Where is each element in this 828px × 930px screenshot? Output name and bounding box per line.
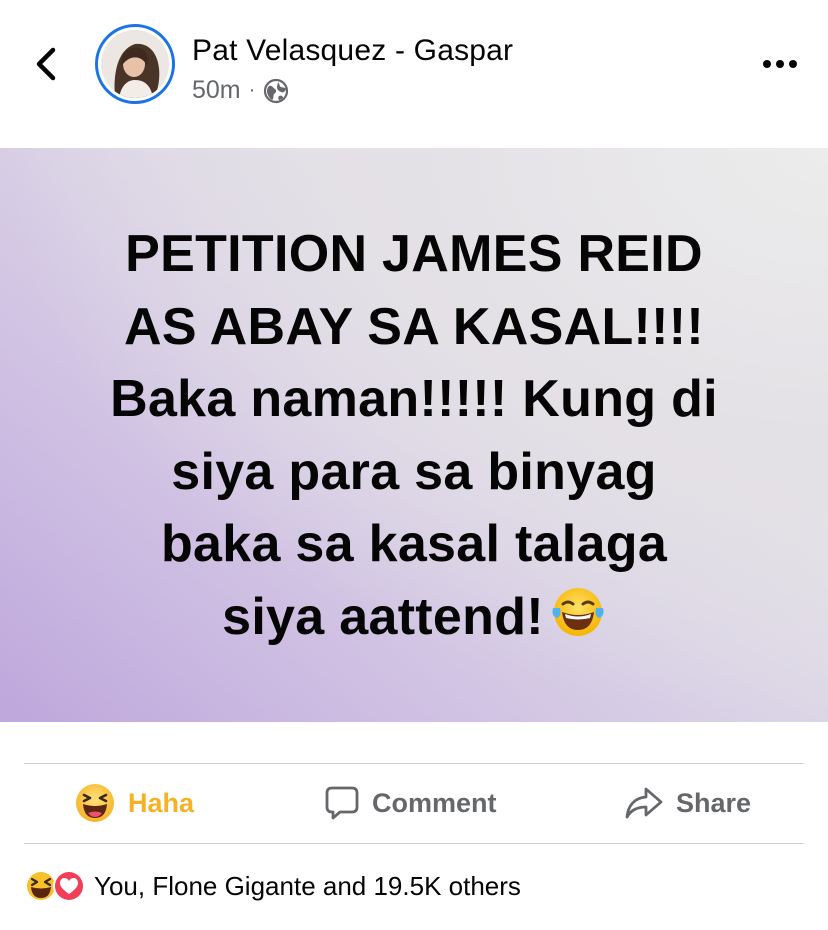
status-line: siya aattend!	[222, 587, 544, 646]
haha-icon	[74, 782, 116, 824]
status-line-last: siya aattend!	[30, 581, 798, 660]
share-label: Share	[676, 787, 752, 818]
reactions-summary[interactable]: You, Flone Gigante and 19.5K others	[24, 866, 521, 906]
action-bar: Haha Comment Share	[24, 764, 804, 842]
globe-icon	[264, 78, 289, 103]
post-meta: 50m ·	[192, 76, 289, 105]
more-options-button[interactable]	[756, 46, 804, 82]
reactions-summary-text: You, Flone Gigante and 19.5K others	[94, 870, 521, 901]
share-icon	[624, 786, 664, 820]
comment-icon	[324, 785, 360, 821]
post-time[interactable]: 50m	[192, 76, 241, 105]
love-reaction-icon	[53, 870, 85, 902]
status-line: baka sa kasal talaga	[160, 515, 668, 573]
haha-reaction-button[interactable]: Haha	[74, 764, 194, 842]
comment-label: Comment	[372, 787, 497, 818]
status-line: Baka naman!!!!! Kung di	[110, 370, 718, 428]
post-header: Pat Velasquez - Gaspar 50m ·	[0, 0, 828, 148]
status-line: AS ABAY SA KASAL!!!!	[124, 297, 704, 356]
status-text: PETITION JAMES REID AS ABAY SA KASAL!!!!…	[30, 218, 798, 659]
avatar[interactable]	[95, 24, 175, 104]
status-line: siya para sa binyag	[171, 442, 657, 501]
comment-button[interactable]: Comment	[324, 764, 497, 842]
author-name[interactable]: Pat Velasquez - Gaspar	[192, 34, 513, 68]
status-line: PETITION JAMES REID	[125, 225, 703, 283]
chevron-left-icon	[36, 47, 56, 81]
divider	[24, 843, 804, 844]
reaction-icons	[24, 869, 86, 903]
post-page: Pat Velasquez - Gaspar 50m · PETITION JA…	[0, 0, 828, 930]
share-button[interactable]: Share	[624, 764, 751, 842]
back-button[interactable]	[26, 40, 66, 88]
profile-photo	[101, 30, 169, 98]
laughing-tears-emoji	[550, 584, 606, 660]
haha-label: Haha	[128, 787, 195, 818]
meta-separator: ·	[248, 79, 256, 101]
status-card[interactable]: PETITION JAMES REID AS ABAY SA KASAL!!!!…	[0, 148, 828, 722]
more-dots-icon	[763, 60, 797, 68]
